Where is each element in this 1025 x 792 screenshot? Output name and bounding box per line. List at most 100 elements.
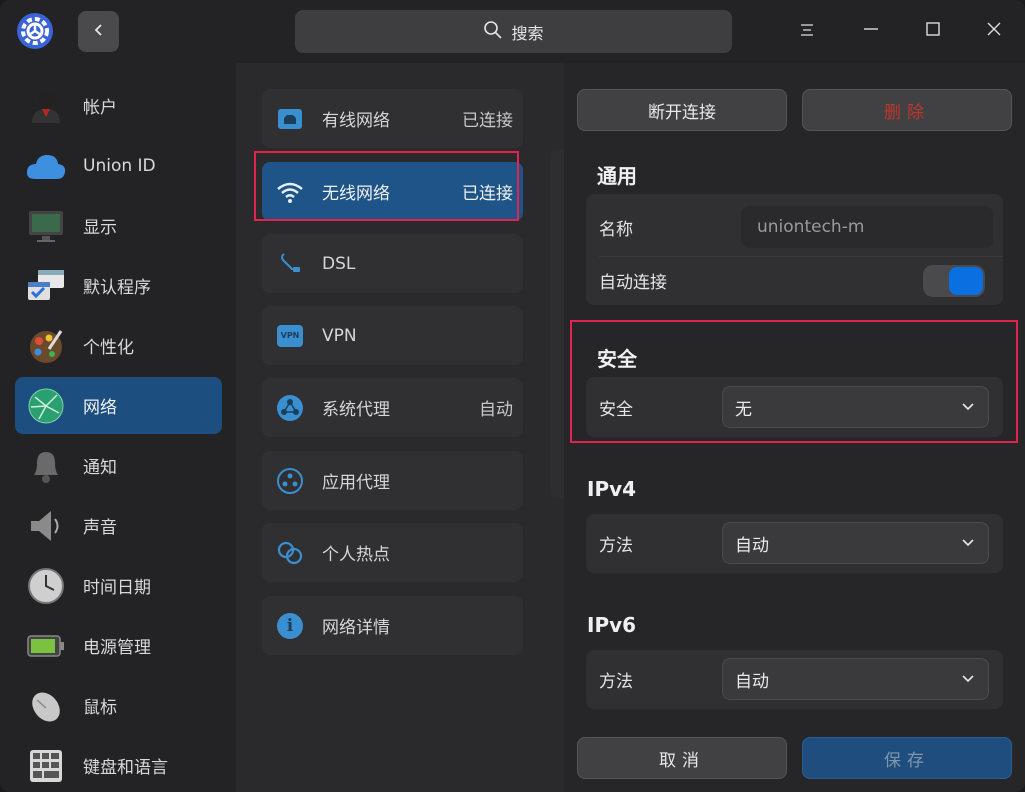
sidebar-item-label: 时间日期: [83, 578, 151, 598]
list-item-label: 个人热点: [322, 545, 390, 565]
cloud-icon: [25, 145, 67, 187]
ipv4-method-select[interactable]: 自动: [722, 522, 989, 564]
connection-status: 已连接: [462, 111, 513, 131]
sidebar-item-mouse[interactable]: 鼠标: [15, 677, 222, 734]
search-placeholder: 搜索: [511, 23, 544, 43]
disconnect-button[interactable]: 断开连接: [577, 89, 787, 131]
name-label: 名称: [599, 219, 633, 240]
list-item-label: 应用代理: [322, 473, 390, 493]
list-item-network-details[interactable]: i 网络详情: [262, 596, 523, 655]
info-icon-glyph: i: [277, 612, 303, 639]
sidebar-item-notifications[interactable]: 通知: [15, 437, 222, 494]
sidebar-item-network[interactable]: 网络: [15, 377, 222, 434]
sidebar-item-label: 声音: [83, 518, 117, 538]
info-icon: i: [276, 612, 304, 640]
sidebar-item-label: 默认程序: [83, 278, 151, 298]
keyboard-icon: [25, 745, 67, 787]
section-title-ipv6: IPv6: [587, 613, 637, 637]
section-title-security: 安全: [597, 347, 637, 371]
chevron-down-icon: [960, 671, 976, 687]
list-item-wired[interactable]: 有线网络 已连接: [262, 89, 523, 148]
account-icon: [25, 85, 67, 127]
hidden-list-edge: [550, 150, 564, 498]
ipv6-method-row: 方法 自动: [586, 652, 1003, 706]
ipv4-method-value: 自动: [735, 535, 769, 556]
ipv6-method-select[interactable]: 自动: [722, 658, 989, 700]
sidebar-item-default-apps[interactable]: 默认程序: [15, 257, 222, 314]
sidebar-item-account[interactable]: 帐户: [15, 77, 222, 134]
sidebar-item-label: 键盘和语言: [83, 758, 168, 778]
network-icon: [25, 385, 67, 427]
network-type-list: 有线网络 已连接 无线网络 已连接 DSL VPN VPN 系统代理 自动 应用…: [236, 63, 564, 792]
minimize-button[interactable]: [854, 14, 888, 48]
section-title-general: 通用: [597, 164, 637, 188]
sidebar-item-display[interactable]: 显示: [15, 197, 222, 254]
list-item-app-proxy[interactable]: 应用代理: [262, 451, 523, 510]
cancel-button[interactable]: 取消: [577, 737, 787, 779]
ipv6-group: 方法 自动: [586, 650, 1003, 709]
cancel-button-label: 取消: [659, 750, 705, 771]
system-proxy-icon: [276, 394, 304, 422]
connection-status: 已连接: [462, 184, 513, 204]
sidebar-item-union-id[interactable]: Union ID: [15, 137, 222, 194]
security-select-value: 无: [735, 399, 752, 420]
display-icon: [25, 205, 67, 247]
general-group: 名称 uniontech-m 自动连接: [586, 194, 1003, 305]
list-item-wireless[interactable]: 无线网络 已连接: [262, 162, 523, 221]
sidebar-item-sound[interactable]: 声音: [15, 497, 222, 554]
sidebar-item-label: 通知: [83, 458, 117, 478]
disconnect-button-label: 断开连接: [648, 102, 716, 123]
list-item-label: 无线网络: [322, 184, 390, 204]
back-button[interactable]: [78, 11, 119, 52]
close-button[interactable]: [977, 14, 1011, 48]
list-item-label: DSL: [322, 253, 356, 274]
security-select[interactable]: 无: [722, 386, 989, 428]
sidebar-nav: 帐户 Union ID 显示 默认程序 个性化 网络 通知 声音 时间日期 电源…: [0, 72, 236, 792]
chevron-down-icon: [960, 535, 976, 551]
list-item-label: VPN: [322, 325, 357, 346]
name-field-value: uniontech-m: [757, 217, 865, 237]
section-title-ipv4: IPv4: [587, 477, 637, 501]
list-item-vpn[interactable]: VPN VPN: [262, 306, 523, 365]
sidebar-item-personalization[interactable]: 个性化: [15, 317, 222, 374]
connection-status: 自动: [479, 400, 513, 420]
list-item-label: 有线网络: [322, 111, 390, 131]
chevron-left-icon: [92, 22, 106, 41]
name-row: 名称 uniontech-m: [586, 200, 1003, 254]
menu-button[interactable]: [790, 14, 824, 48]
list-item-label: 网络详情: [322, 618, 390, 638]
search-input[interactable]: 搜索: [295, 10, 732, 53]
clock-icon: [25, 565, 67, 607]
list-item-hotspot[interactable]: 个人热点: [262, 523, 523, 582]
sidebar-item-power[interactable]: 电源管理: [15, 617, 222, 674]
list-item-dsl[interactable]: DSL: [262, 234, 523, 293]
security-group: 安全 无: [586, 377, 1003, 437]
close-icon: [986, 21, 1002, 41]
maximize-button[interactable]: [916, 14, 950, 48]
sidebar-item-keyboard[interactable]: 键盘和语言: [15, 737, 222, 792]
personalization-icon: [25, 325, 67, 367]
ipv4-method-row: 方法 自动: [586, 516, 1003, 570]
list-item-label: 系统代理: [322, 400, 390, 420]
security-row: 安全 无: [586, 380, 1003, 434]
settings-gear-logo: [16, 12, 54, 50]
save-button[interactable]: 保存: [802, 737, 1012, 779]
battery-icon: [25, 625, 67, 667]
save-button-label: 保存: [884, 750, 930, 771]
sidebar-item-label: 电源管理: [83, 638, 151, 658]
dsl-icon: [276, 250, 304, 278]
sidebar-item-datetime[interactable]: 时间日期: [15, 557, 222, 614]
vpn-icon: VPN: [276, 322, 304, 350]
search-icon: [483, 20, 503, 44]
app-proxy-icon: [276, 467, 304, 495]
bell-icon: [25, 445, 67, 487]
delete-button[interactable]: 删除: [802, 89, 1012, 131]
settings-window: 搜索 帐户 Union ID 显示 默认程序 个性化 网络 通知 声音 时间日期…: [0, 0, 1025, 792]
autoconnect-toggle[interactable]: [923, 265, 985, 297]
name-field[interactable]: uniontech-m: [741, 206, 993, 248]
ipv4-method-label: 方法: [599, 535, 633, 556]
sidebar-item-label: 鼠标: [83, 698, 117, 718]
default-apps-icon: [25, 265, 67, 307]
list-item-system-proxy[interactable]: 系统代理 自动: [262, 378, 523, 437]
mouse-icon: [25, 685, 67, 727]
